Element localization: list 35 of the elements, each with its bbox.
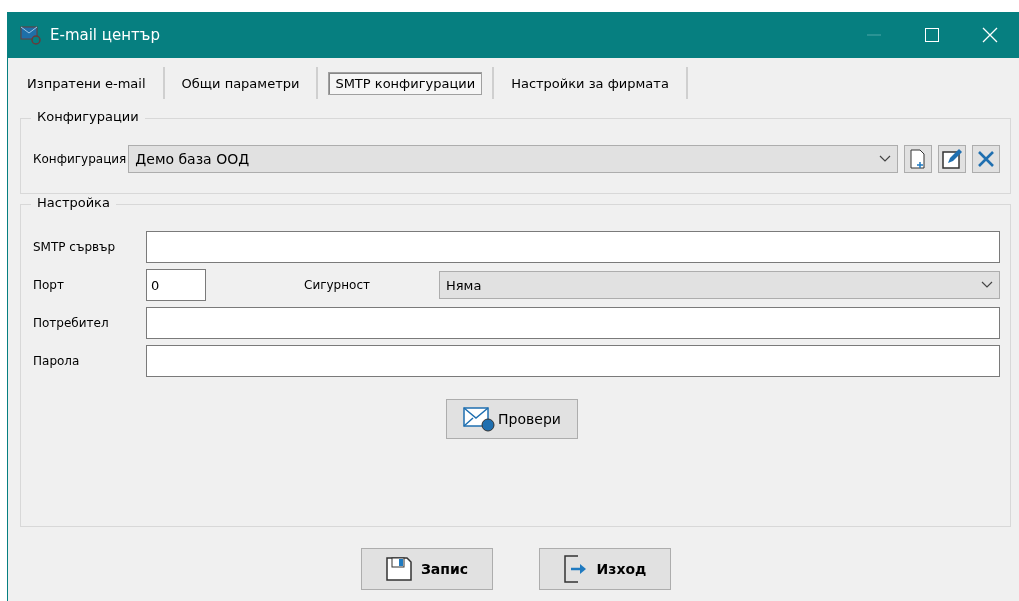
pencil-icon [941, 148, 963, 170]
user-field[interactable] [146, 307, 1000, 339]
field-label: SMTP сървър [33, 240, 117, 254]
configuration-dropdown[interactable]: Демо база ООД [128, 145, 898, 173]
field-label: Сигурност [304, 278, 371, 292]
envelope-info-icon [462, 406, 497, 432]
field-label: Парола [33, 354, 81, 368]
field-label: Порт [33, 278, 65, 292]
envelope-gear-icon [20, 25, 42, 45]
minimize-icon [867, 34, 881, 36]
new-document-icon [910, 149, 926, 169]
chevron-down-icon [981, 281, 993, 289]
tab[interactable]: Настройки за фирмата [504, 71, 676, 95]
delete-button[interactable] [972, 145, 1000, 173]
edit-button[interactable] [938, 145, 966, 173]
field-label: Конфигурация [33, 152, 127, 166]
close-icon [982, 27, 998, 43]
save-button[interactable]: Запис [360, 548, 493, 590]
group-title: Настройка [31, 195, 116, 210]
chevron-down-icon [879, 155, 891, 163]
security-dropdown[interactable]: Няма [439, 271, 1000, 299]
check-button[interactable]: Провери [445, 399, 578, 439]
window-title: E-mail център [50, 26, 161, 44]
tab[interactable]: SMTP конфигурации [328, 71, 483, 95]
smtp-server-field[interactable] [146, 231, 1000, 263]
tab[interactable]: Общи параметри [174, 71, 307, 95]
new-document-button[interactable] [904, 145, 932, 173]
delete-icon [977, 150, 995, 168]
password-field[interactable] [146, 345, 1000, 377]
field-label: Потребител [33, 316, 110, 330]
group-title: Конфигурации [31, 109, 145, 124]
exit-button[interactable]: Изход [538, 548, 671, 590]
tab[interactable]: Изпратени e-mail [20, 71, 153, 95]
port-field[interactable]: 0 [146, 269, 206, 301]
maximize-icon [925, 28, 939, 42]
